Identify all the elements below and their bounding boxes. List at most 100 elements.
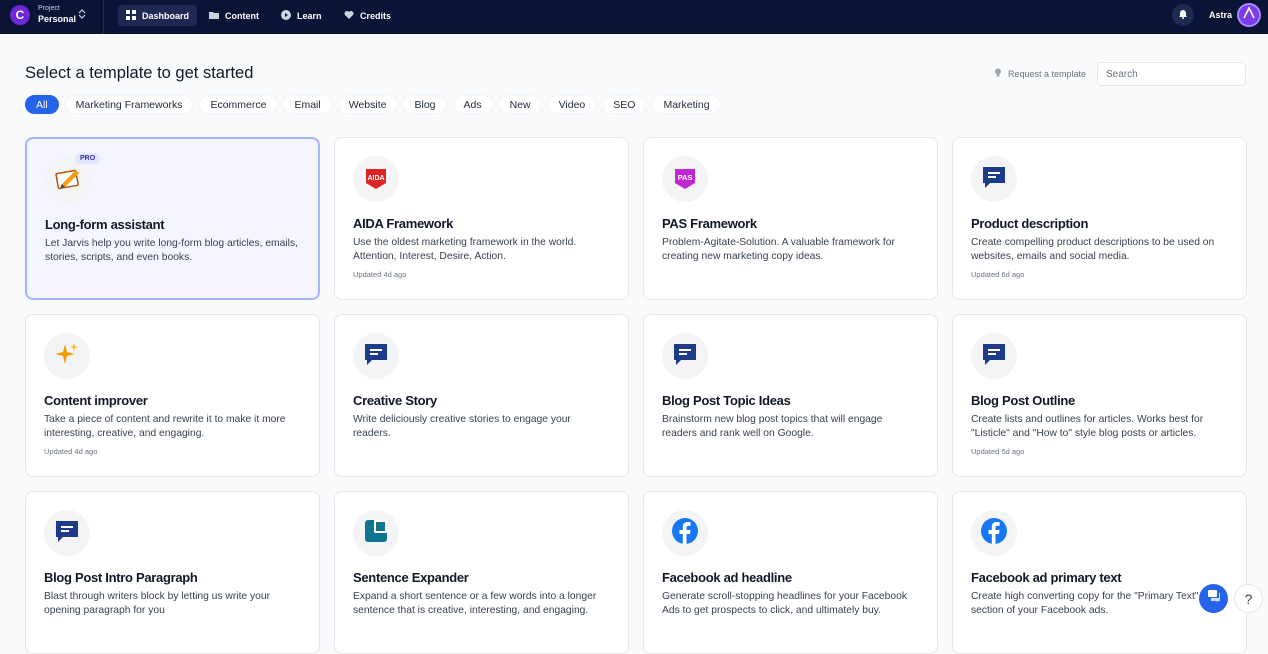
card-description: Let Jarvis help you write long-form blog… [45,238,298,263]
card-icon-wrap [662,510,708,556]
card-title: Blog Post Topic Ideas [662,393,791,408]
card-icon-wrap [353,510,399,556]
tab-video[interactable]: Video [547,95,597,114]
project-name: Personal [38,14,77,24]
chat-support-button[interactable] [1199,584,1228,613]
template-card-blog-post-topic-ideas[interactable]: Blog Post Topic Ideas Brainstorm new blo… [643,314,938,477]
top-nav-bar: C Project Personal Dashboard Content Lea… [0,0,1268,34]
question-mark-icon: ? [1244,590,1253,607]
template-card-creative-story[interactable]: Creative Story Write deliciously creativ… [334,314,629,477]
page-title: Select a template to get started [25,64,254,82]
nav-credits-label: Credits [360,10,392,21]
card-title: AIDA Framework [353,216,454,231]
folder-icon [209,10,219,22]
tab-ecommerce[interactable]: Ecommerce [199,95,278,114]
chat-bubble-icon [53,517,81,550]
nav-content[interactable]: Content [201,5,267,26]
dashboard-icon [126,9,136,22]
nav-dashboard-label: Dashboard [142,10,190,21]
template-card-blog-post-outline[interactable]: Blog Post Outline Create lists and outli… [952,314,1247,477]
card-icon-wrap [353,333,399,379]
template-card-sentence-expander[interactable]: Sentence Expander Expand a short sentenc… [334,491,629,654]
svg-text:PAS: PAS [678,173,693,182]
nav-learn-label: Learn [297,10,322,21]
nav-credits[interactable]: Credits [336,5,399,26]
tab-marketing[interactable]: Marketing [652,95,721,114]
app-logo[interactable]: C [10,5,30,25]
tab-marketing-frameworks[interactable]: Marketing Frameworks [64,95,194,114]
chat-bubble-icon [671,340,699,373]
category-tabs: All Marketing Frameworks Ecommerce Email… [25,95,721,114]
pas-badge-icon: PAS [671,163,699,196]
aida-badge-icon: AIDA [362,163,390,196]
card-description: Create lists and outlines for articles. … [971,414,1204,439]
nav-dashboard[interactable]: Dashboard [118,5,198,26]
avatar-logo-icon [1242,5,1256,25]
card-title: PAS Framework [662,216,757,231]
pen-paper-icon [54,164,82,197]
card-title: Facebook ad headline [662,570,792,585]
facebook-icon [671,517,699,550]
svg-text:AIDA: AIDA [367,175,384,182]
chat-bubble-icon [980,340,1008,373]
lightbulb-icon [994,68,1002,79]
card-description: Use the oldest marketing framework in th… [353,237,577,262]
request-template-link[interactable]: Request a template [994,68,1086,79]
sparkles-icon [53,340,81,373]
tab-seo[interactable]: SEO [602,95,647,114]
card-icon-wrap [971,510,1017,556]
template-card-blog-post-intro-paragraph[interactable]: Blog Post Intro Paragraph Blast through … [25,491,320,654]
template-card-facebook-ad-headline[interactable]: Facebook ad headline Generate scroll-sto… [643,491,938,654]
card-title: Long-form assistant [45,217,165,232]
expand-box-icon [362,517,390,550]
tab-all[interactable]: All [25,95,59,114]
notifications-button[interactable] [1172,4,1194,26]
user-name[interactable]: Astra [1209,10,1232,20]
user-avatar[interactable] [1237,3,1261,27]
heart-icon [344,10,354,22]
card-title: Creative Story [353,393,437,408]
bell-icon [1178,6,1188,24]
card-description: Take a piece of content and rewrite it t… [44,414,286,439]
project-label: Project [38,5,60,12]
facebook-icon [980,517,1008,550]
card-description: Write deliciously creative stories to en… [353,414,571,439]
nav-divider [103,0,104,34]
card-icon-wrap: PAS [662,156,708,202]
card-description: Problem-Agitate-Solution. A valuable fra… [662,237,895,262]
chat-icon [1207,589,1221,608]
card-title: Blog Post Intro Paragraph [44,570,198,585]
template-card-product-description[interactable]: Product description Create compelling pr… [952,137,1247,300]
tab-website[interactable]: Website [337,95,398,114]
card-description: Generate scroll-stopping headlines for y… [662,591,907,616]
card-description: Create compelling product descriptions t… [971,237,1215,262]
chat-bubble-icon [980,163,1008,196]
card-icon-wrap [662,333,708,379]
search-input[interactable] [1097,62,1246,86]
card-description: Create high converting copy for the "Pri… [971,591,1199,616]
updated-timestamp: Updated 4d ago [44,447,98,456]
template-card-aida-framework[interactable]: AIDA AIDA Framework Use the oldest marke… [334,137,629,300]
chevron-updown-icon[interactable] [78,9,86,21]
help-question-button[interactable]: ? [1234,584,1263,613]
card-icon-wrap [971,156,1017,202]
tab-new[interactable]: New [498,95,542,114]
project-switcher[interactable]: Project Personal [38,5,76,24]
pro-badge: PRO [75,153,101,164]
template-card-pas-framework[interactable]: PAS PAS Framework Problem-Agitate-Soluti… [643,137,938,300]
card-title: Blog Post Outline [971,393,1075,408]
updated-timestamp: Updated 5d ago [971,447,1025,456]
template-card-content-improver[interactable]: Content improver Take a piece of content… [25,314,320,477]
request-template-label: Request a template [1008,68,1087,79]
tab-blog[interactable]: Blog [403,95,447,114]
card-icon-wrap [44,333,90,379]
card-icon-wrap [971,333,1017,379]
tab-email[interactable]: Email [283,95,332,114]
template-card-long-form-assistant[interactable]: PRO Long-form assistant Let Jarvis help … [25,137,320,300]
card-description: Expand a short sentence or a few words i… [353,591,597,616]
card-title: Content improver [44,393,148,408]
nav-learn[interactable]: Learn [273,5,330,26]
card-title: Facebook ad primary text [971,570,1122,585]
template-card-facebook-ad-primary-text[interactable]: Facebook ad primary text Create high con… [952,491,1247,654]
tab-ads[interactable]: Ads [452,95,493,114]
